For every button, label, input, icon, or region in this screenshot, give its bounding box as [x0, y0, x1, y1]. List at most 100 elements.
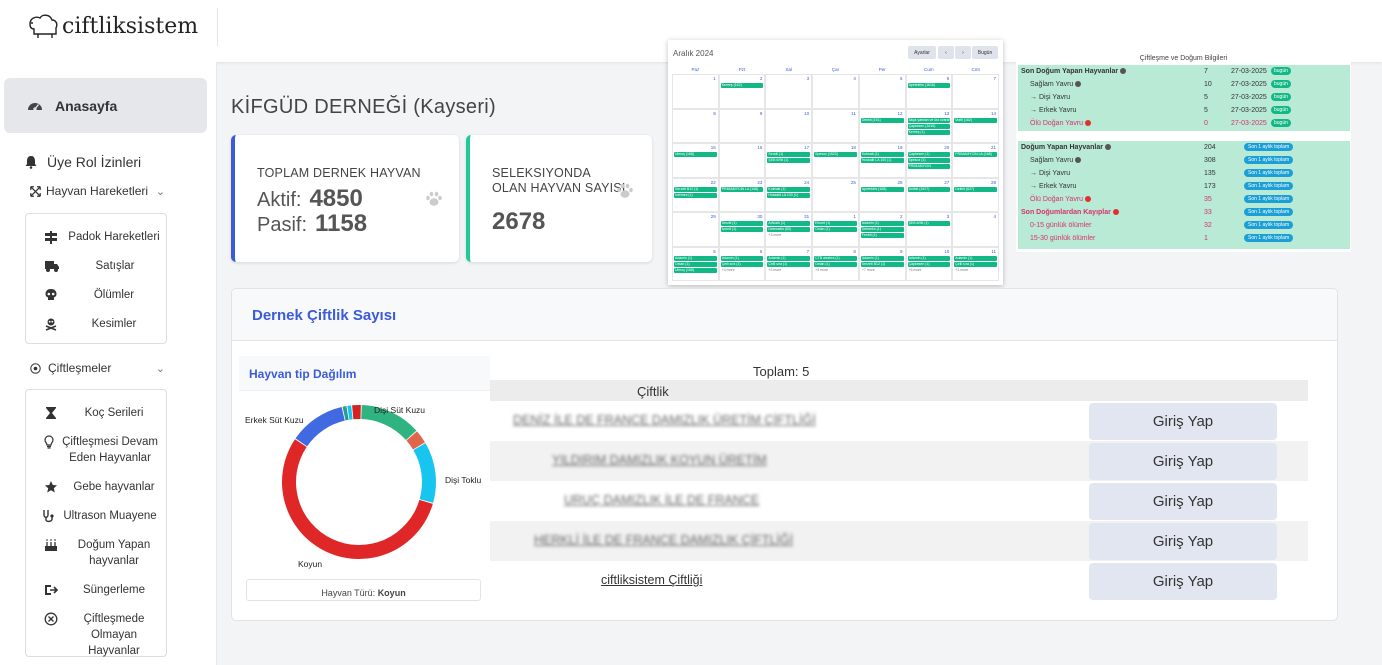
calendar-event[interactable]: Serzeti B12 (1)	[860, 261, 904, 267]
calendar-day-cell[interactable]: 23 PRIMAMYCIN LA (168)	[718, 177, 766, 212]
calendar-event[interactable]: Arflozik (1)	[767, 221, 811, 226]
calendar-day-cell[interactable]: 3	[765, 74, 813, 109]
calendar-event[interactable]: Kemeş (162)	[720, 83, 764, 88]
calendar-day-cell[interactable]: 2 Adamin (1) Delmetin (1) Fenbit (1)	[858, 212, 906, 247]
farm-link[interactable]: ciftliksistem Çiftliği	[601, 573, 702, 587]
sidebar-item-sales[interactable]: Satışlar	[26, 258, 168, 274]
sidebar-item-ultrasound[interactable]: Ultrason Muayene	[26, 508, 168, 524]
sidebar-item-home[interactable]: Anasayfa	[4, 78, 207, 133]
calendar-day-cell[interactable]: 10	[765, 108, 813, 143]
calendar-day-cell[interactable]: 29	[672, 212, 719, 247]
calendar-event[interactable]: Çelli sıra (1)	[954, 261, 997, 267]
calendar-settings-button[interactable]: Ayarlar	[908, 46, 936, 59]
calendar-day-cell[interactable]: 20 Çapkesen (1) Spesoz (1) PRIMAMYCIN	[905, 143, 953, 178]
calendar-more-link[interactable]: +6 more	[909, 268, 922, 272]
calendar-event[interactable]: Spesoz (1)	[907, 158, 951, 163]
calendar-day-cell[interactable]: 26 Apetekiris (168)	[858, 177, 906, 212]
calendar-day-cell[interactable]: 10 Adamin (1) Çapkesen (1) +6 more	[905, 246, 953, 281]
calendar-event[interactable]: Oxtan (1)	[814, 261, 857, 267]
calendar-event[interactable]: Adamin (1)	[954, 255, 997, 261]
alert-icon[interactable]	[1085, 120, 1092, 127]
calendar-more-link[interactable]: +3 more	[815, 268, 828, 272]
calendar-event[interactable]: Çelli sıra (1)	[720, 261, 764, 267]
calendar-day-cell[interactable]: 22 Serzeti B12 (1) Ivermec (1)	[672, 177, 719, 212]
login-button[interactable]: Giriş Yap	[1089, 523, 1277, 560]
login-button[interactable]: Giriş Yap	[1089, 443, 1277, 480]
sidebar-item-paddock[interactable]: Padok Hareketleri	[26, 229, 168, 245]
calendar-event[interactable]: Ulmuş (168)	[674, 152, 717, 157]
alert-icon[interactable]	[1085, 196, 1092, 203]
calendar-event[interactable]: Serzili (1)	[720, 221, 764, 226]
calendar-day-cell[interactable]: 19 Kutmak (1) Hoskalit LA 100 (1)	[858, 143, 906, 178]
sidebar-item-animal-moves[interactable]: Hayvan Hareketleri ⌄	[30, 184, 217, 198]
calendar-event[interactable]: Çapkesen (1616)	[907, 123, 951, 129]
calendar-day-cell[interactable]: 6 Adamin (1) Çelli sıra (1) +4 more	[718, 246, 766, 281]
calendar-event[interactable]: Oxtan (1)	[814, 227, 857, 232]
calendar-event[interactable]: Adamin (1)	[720, 255, 764, 261]
farm-link[interactable]: URUÇ DAMIZLIK İLE DE FRANCE	[564, 493, 759, 507]
donut-slice[interactable]	[281, 439, 433, 559]
calendar-day-cell[interactable]: 2 Kemeş (162)	[718, 74, 766, 109]
calendar-more-link[interactable]: +7 more	[862, 268, 875, 272]
calendar-event[interactable]: Fenbit (1)	[860, 233, 904, 238]
calendar-day-cell[interactable]: 8	[672, 108, 719, 143]
calendar-day-cell[interactable]: 6 Apetekiris (1616)	[905, 74, 953, 109]
calendar-more-link[interactable]: +3 more	[768, 268, 781, 272]
calendar-event[interactable]: Ulmuş (168)	[674, 267, 717, 273]
login-button[interactable]: Giriş Yap	[1089, 403, 1277, 440]
calendar-event[interactable]: PRIMAMYCIN LA (168)	[954, 152, 997, 157]
calendar-day-cell[interactable]: 11	[812, 108, 859, 143]
calendar-day-cell[interactable]: 25	[812, 177, 859, 212]
calendar-event[interactable]: PRIMAMYCIN LA (168)	[720, 186, 764, 192]
calendar-day-cell[interactable]: 1 Efcorit (1) Oxtan (1)	[812, 212, 859, 247]
calendar-day-cell[interactable]: 18 Spesoz (1523)	[812, 143, 859, 178]
calendar-day-cell[interactable]: 24 Kutmak (1) Hoskalit LA 100 (1)	[765, 177, 813, 212]
farm-link[interactable]: YILDIRIM DAMIZLIK KOYUN ÜRETİM	[552, 453, 767, 467]
calendar-event[interactable]: Çapkesen (1)	[907, 152, 951, 157]
calendar-event[interactable]: Hoskalit LA 100 (1)	[860, 158, 904, 163]
calendar-day-cell[interactable]: 4	[812, 74, 859, 109]
farm-link[interactable]: HERKLİ İLE DE FRANCE DAMIZLIK ÇİFTLİĞİ	[534, 533, 793, 547]
calendar-day-cell[interactable]: 16	[718, 143, 766, 178]
calendar-day-cell[interactable]: 1	[672, 74, 719, 109]
calendar-day-cell[interactable]: 9	[718, 108, 766, 143]
calendar-event[interactable]: Kemeş (1)	[907, 129, 951, 135]
alert-icon[interactable]	[1112, 209, 1119, 216]
sidebar-item-pregnant[interactable]: Gebe hayvanlar	[26, 479, 168, 495]
calendar-event[interactable]: Adamin (1)	[674, 255, 717, 261]
calendar-day-cell[interactable]: 27 Delibit (1627)	[905, 177, 953, 212]
calendar-day-cell[interactable]: 11 Adamin (1) Çelli sıra (1) +3 more	[952, 246, 999, 281]
sidebar-item-ongoing-mating[interactable]: Çiftleşmesi Devam Eden Hayvanlar	[26, 434, 168, 466]
calendar-more-link[interactable]: +3 more	[955, 268, 968, 272]
calendar-today-button[interactable]: Bugün	[972, 46, 998, 59]
calendar-event[interactable]: Adamin (1)	[907, 255, 951, 261]
calendar-day-cell[interactable]: 30 Serzili (1) Ivomit (1)	[718, 212, 766, 247]
calendar-event[interactable]: Akça yamlan ve üst ovaran	[907, 117, 951, 123]
info-icon[interactable]	[1075, 157, 1082, 164]
sidebar-item-not-mating[interactable]: Çiftleşmede Olmayan Hayvanlar	[26, 611, 168, 659]
sidebar-item-roles[interactable]: Üye Rol İzinleri	[24, 154, 141, 170]
calendar-day-cell[interactable]: 12 Delibit (151)	[858, 108, 906, 143]
calendar-event[interactable]: Adamin (1)	[767, 255, 811, 261]
calendar-event[interactable]: Mafit (162)	[954, 117, 997, 123]
calendar-event[interactable]: Adamin (1)	[860, 255, 904, 261]
calendar-event[interactable]: Apetekiris (1616)	[907, 83, 951, 88]
calendar-prev-button[interactable]: ‹	[938, 46, 954, 59]
sidebar-item-births[interactable]: Doğum Yapan hayvanlar	[26, 537, 168, 569]
calendar-day-cell[interactable]: 4	[952, 212, 999, 247]
calendar-event[interactable]: Oxtan (1)	[674, 261, 717, 267]
donut-slice[interactable]	[295, 406, 345, 447]
calendar-day-cell[interactable]: 5	[858, 74, 906, 109]
calendar-day-cell[interactable]: 13 Akça yamlan ve üst ovaran Çapkesen (161…	[905, 108, 953, 143]
sidebar-item-slaughter[interactable]: Kesimler	[26, 316, 168, 332]
login-button[interactable]: Giriş Yap	[1089, 483, 1277, 520]
calendar-event[interactable]: Efcorit (1)	[814, 221, 857, 226]
calendar-event[interactable]: Delmetin (1)	[860, 227, 904, 232]
calendar-next-button[interactable]: ›	[955, 46, 971, 59]
calendar-event[interactable]: ŞEB 6/96 (1)	[767, 158, 811, 163]
calendar-event[interactable]: Serzili (1)	[767, 152, 811, 157]
calendar-event[interactable]: Ivomit (1)	[720, 227, 764, 232]
info-icon[interactable]	[1075, 81, 1082, 88]
calendar-day-cell[interactable]: 3 ŞEB 6/96 (1)	[905, 212, 953, 247]
calendar-day-cell[interactable]: 17 Serzili (1) ŞEB 6/96 (1)	[765, 143, 813, 178]
